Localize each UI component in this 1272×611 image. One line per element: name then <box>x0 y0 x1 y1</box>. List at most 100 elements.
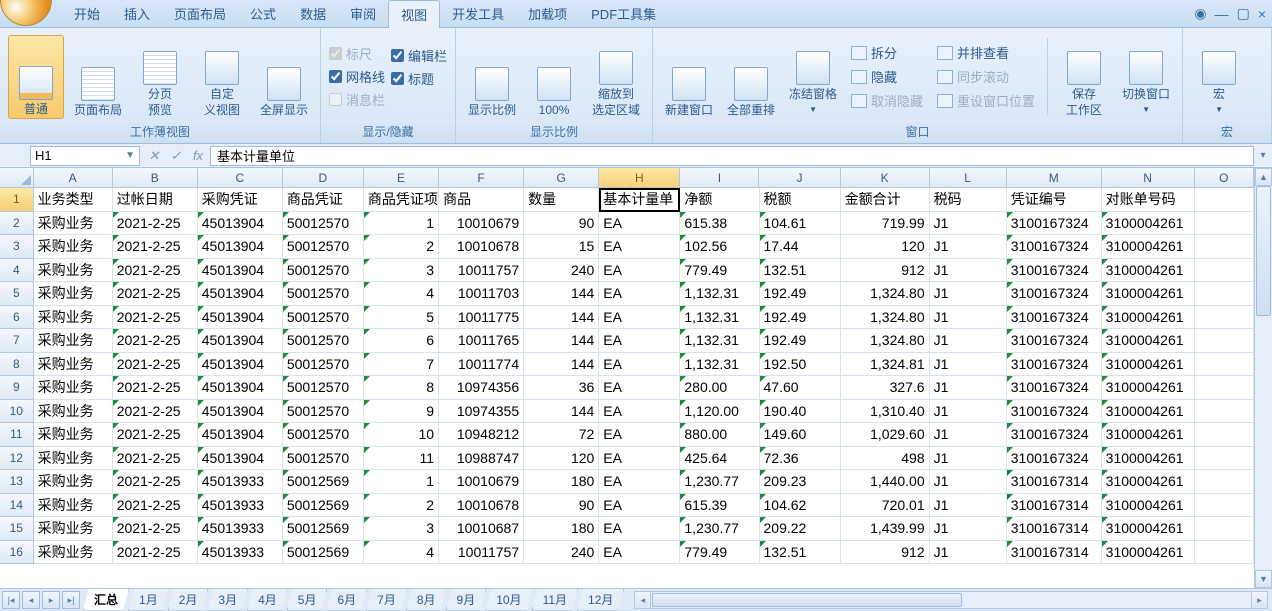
menu-tab-0[interactable]: 开始 <box>62 0 112 28</box>
cell-F13[interactable]: 10010679 <box>439 470 524 494</box>
cell-L14[interactable]: J1 <box>930 494 1007 518</box>
row-header[interactable]: 4 <box>0 259 34 283</box>
cell-K7[interactable]: 1,324.80 <box>841 329 930 353</box>
cell-M1[interactable]: 凭证编号 <box>1007 188 1102 212</box>
cell-B13[interactable]: 2021-2-25 <box>113 470 198 494</box>
cell-E10[interactable]: 9 <box>364 400 439 424</box>
new-window-button[interactable]: 新建窗口 <box>661 35 717 119</box>
cell-F1[interactable]: 商品 <box>439 188 524 212</box>
cell-L9[interactable]: J1 <box>930 376 1007 400</box>
cell-K6[interactable]: 1,324.80 <box>841 306 930 330</box>
cell-H8[interactable]: EA <box>599 353 680 377</box>
cell-N2[interactable]: 3100004261 <box>1102 212 1195 236</box>
cell-G6[interactable]: 144 <box>524 306 599 330</box>
cell-J11[interactable]: 149.60 <box>760 423 841 447</box>
cell-E8[interactable]: 7 <box>364 353 439 377</box>
cell-A13[interactable]: 采购业务 <box>34 470 113 494</box>
cell-C7[interactable]: 45013904 <box>198 329 283 353</box>
cell-G12[interactable]: 120 <box>524 447 599 471</box>
gridlines-checkbox[interactable]: 网格线 <box>329 67 385 86</box>
sheet-tab-7月[interactable]: 7月 <box>366 589 407 611</box>
cell-L3[interactable]: J1 <box>930 235 1007 259</box>
cell-E6[interactable]: 5 <box>364 306 439 330</box>
menu-tab-9[interactable]: PDF工具集 <box>579 0 668 28</box>
row-header[interactable]: 3 <box>0 235 34 259</box>
cell-D10[interactable]: 50012570 <box>283 400 364 424</box>
cell-H9[interactable]: EA <box>599 376 680 400</box>
cell-N13[interactable]: 3100004261 <box>1102 470 1195 494</box>
cell-E9[interactable]: 8 <box>364 376 439 400</box>
cell-D14[interactable]: 50012569 <box>283 494 364 518</box>
cell-I5[interactable]: 1,132.31 <box>680 282 759 306</box>
cell-O16[interactable] <box>1195 541 1254 565</box>
cell-F11[interactable]: 10948212 <box>439 423 524 447</box>
cell-B16[interactable]: 2021-2-25 <box>113 541 198 565</box>
cell-N16[interactable]: 3100004261 <box>1102 541 1195 565</box>
cell-E7[interactable]: 6 <box>364 329 439 353</box>
cell-N11[interactable]: 3100004261 <box>1102 423 1195 447</box>
cell-O4[interactable] <box>1195 259 1254 283</box>
cell-H3[interactable]: EA <box>599 235 680 259</box>
cell-K8[interactable]: 1,324.81 <box>841 353 930 377</box>
side-by-side-button[interactable]: 并排查看 <box>933 42 1039 63</box>
cell-C16[interactable]: 45013933 <box>198 541 283 565</box>
cell-O6[interactable] <box>1195 306 1254 330</box>
cell-G4[interactable]: 240 <box>524 259 599 283</box>
cell-L15[interactable]: J1 <box>930 517 1007 541</box>
cell-H14[interactable]: EA <box>599 494 680 518</box>
cell-I14[interactable]: 615.39 <box>680 494 759 518</box>
grid-rows[interactable]: 1业务类型过帐日期采购凭证商品凭证商品凭证项商品数量基本计量单净额税额金额合计税… <box>0 188 1254 588</box>
hide-button[interactable]: 隐藏 <box>847 66 927 87</box>
cell-J1[interactable]: 税额 <box>760 188 841 212</box>
zoom-selection-button[interactable]: 缩放到选定区域 <box>588 35 644 119</box>
cell-A8[interactable]: 采购业务 <box>34 353 113 377</box>
cell-J2[interactable]: 104.61 <box>760 212 841 236</box>
vertical-scrollbar[interactable]: ▲ ▼ <box>1254 168 1272 588</box>
cell-C10[interactable]: 45013904 <box>198 400 283 424</box>
sheet-nav-next[interactable]: ▸ <box>42 591 60 609</box>
cell-G16[interactable]: 240 <box>524 541 599 565</box>
sheet-tab-4月[interactable]: 4月 <box>247 589 288 611</box>
cell-A15[interactable]: 采购业务 <box>34 517 113 541</box>
cell-F4[interactable]: 10011757 <box>439 259 524 283</box>
ruler-checkbox[interactable]: 标尺 <box>329 44 385 63</box>
cell-G2[interactable]: 90 <box>524 212 599 236</box>
cell-O11[interactable] <box>1195 423 1254 447</box>
cell-A14[interactable]: 采购业务 <box>34 494 113 518</box>
cell-M16[interactable]: 3100167314 <box>1007 541 1102 565</box>
cell-B3[interactable]: 2021-2-25 <box>113 235 198 259</box>
cell-D2[interactable]: 50012570 <box>283 212 364 236</box>
cell-K1[interactable]: 金额合计 <box>841 188 930 212</box>
cell-B4[interactable]: 2021-2-25 <box>113 259 198 283</box>
cell-H15[interactable]: EA <box>599 517 680 541</box>
cell-A3[interactable]: 采购业务 <box>34 235 113 259</box>
cell-O7[interactable] <box>1195 329 1254 353</box>
cell-O12[interactable] <box>1195 447 1254 471</box>
cell-J15[interactable]: 209.22 <box>760 517 841 541</box>
row-header[interactable]: 11 <box>0 423 34 447</box>
cell-G15[interactable]: 180 <box>524 517 599 541</box>
cell-E13[interactable]: 1 <box>364 470 439 494</box>
row-header[interactable]: 9 <box>0 376 34 400</box>
cell-M8[interactable]: 3100167324 <box>1007 353 1102 377</box>
cell-M14[interactable]: 3100167314 <box>1007 494 1102 518</box>
cell-K5[interactable]: 1,324.80 <box>841 282 930 306</box>
col-header-M[interactable]: M <box>1007 168 1102 187</box>
cell-L13[interactable]: J1 <box>930 470 1007 494</box>
expand-formula-icon[interactable]: ▾ <box>1254 150 1272 161</box>
cell-L11[interactable]: J1 <box>930 423 1007 447</box>
cell-H7[interactable]: EA <box>599 329 680 353</box>
cell-N14[interactable]: 3100004261 <box>1102 494 1195 518</box>
cell-K15[interactable]: 1,439.99 <box>841 517 930 541</box>
cell-K13[interactable]: 1,440.00 <box>841 470 930 494</box>
cancel-formula-icon[interactable]: ✕ <box>144 148 164 164</box>
cell-N1[interactable]: 对账单号码 <box>1102 188 1195 212</box>
cell-D5[interactable]: 50012570 <box>283 282 364 306</box>
menu-tab-5[interactable]: 审阅 <box>338 0 388 28</box>
cell-D8[interactable]: 50012570 <box>283 353 364 377</box>
cell-F3[interactable]: 10010678 <box>439 235 524 259</box>
cell-E1[interactable]: 商品凭证项 <box>364 188 439 212</box>
cell-M13[interactable]: 3100167314 <box>1007 470 1102 494</box>
cell-F2[interactable]: 10010679 <box>439 212 524 236</box>
cell-A10[interactable]: 采购业务 <box>34 400 113 424</box>
